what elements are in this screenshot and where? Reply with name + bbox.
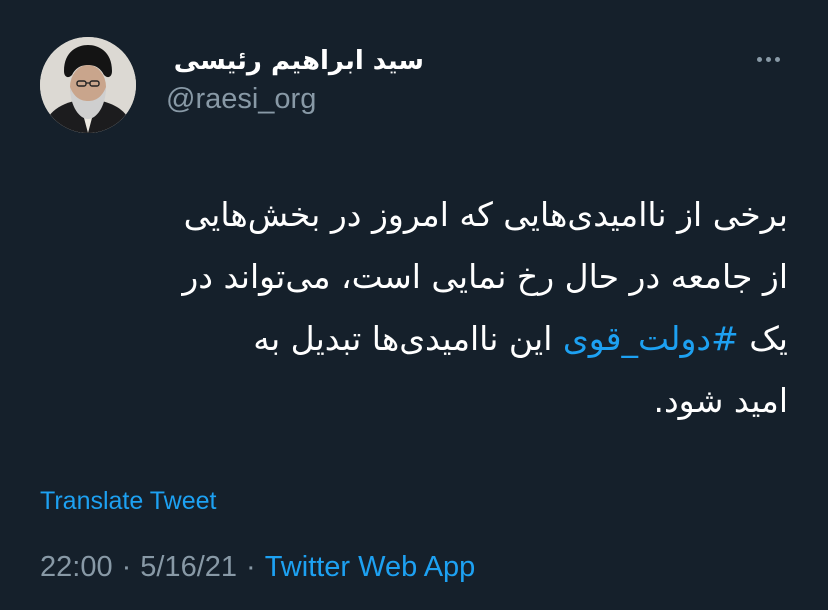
more-options-button[interactable] bbox=[748, 44, 788, 74]
tweet-text-segment: امید شود. bbox=[653, 381, 789, 420]
tweet-source-link[interactable]: Twitter Web App bbox=[265, 551, 476, 583]
profile-photo-icon bbox=[40, 37, 136, 133]
more-horizontal-icon bbox=[765, 56, 771, 62]
more-horizontal-icon bbox=[774, 56, 780, 62]
tweet-text: برخی از ناامیدی‌هایی که امروز در بخش‌های… bbox=[40, 184, 788, 432]
hashtag-link[interactable]: #دولت_قوی bbox=[563, 319, 739, 358]
translate-tweet-link[interactable]: Translate Tweet bbox=[40, 484, 216, 518]
avatar[interactable] bbox=[40, 37, 136, 133]
tweet-card: سید ابراهیم رئیسی @raesi_org برخی از ناا… bbox=[0, 0, 828, 610]
user-handle[interactable]: @raesi_org bbox=[166, 80, 316, 118]
tweet-text-line: امید شود. bbox=[40, 370, 789, 432]
tweet-text-line: یک #دولت_قوی این ناامیدی‌ها تبدیل به bbox=[40, 308, 788, 370]
tweet-text-segment: برخی از ناامیدی‌هایی که امروز در بخش‌های… bbox=[183, 195, 788, 234]
meta-separator: · bbox=[121, 551, 132, 583]
tweet-date[interactable]: 5/16/21 bbox=[140, 551, 237, 583]
tweet-text-segment: یک bbox=[738, 319, 788, 358]
tweet-text-line: از جامعه در حال رخ نمایی است، می‌تواند د… bbox=[40, 246, 788, 308]
tweet-time[interactable]: 22:00 bbox=[40, 551, 113, 583]
more-horizontal-icon bbox=[756, 56, 762, 62]
tweet-text-line: برخی از ناامیدی‌هایی که امروز در بخش‌های… bbox=[40, 184, 788, 246]
tweet-meta: 22:00 · 5/16/21 · Twitter Web App bbox=[40, 548, 475, 586]
meta-separator: · bbox=[246, 551, 256, 583]
tweet-text-segment: این ناامیدی‌ها تبدیل به bbox=[253, 319, 563, 358]
tweet-text-segment: از جامعه در حال رخ نمایی است، می‌تواند د… bbox=[182, 257, 788, 296]
display-name[interactable]: سید ابراهیم رئیسی bbox=[164, 42, 424, 80]
